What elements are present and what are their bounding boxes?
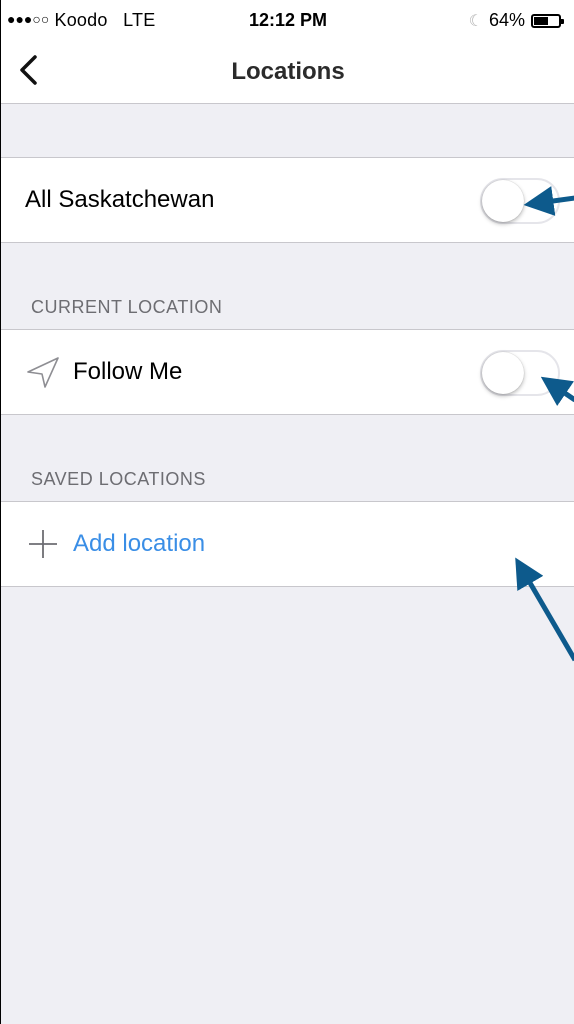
follow-me-toggle[interactable] — [480, 350, 560, 396]
all-region-label: All Saskatchewan — [25, 186, 215, 213]
follow-me-label: Follow Me — [73, 358, 183, 385]
current-location-header: CURRENT LOCATION — [31, 297, 223, 317]
toggle-knob — [482, 352, 524, 394]
toggle-knob — [482, 180, 524, 222]
plus-icon — [29, 530, 57, 558]
do-not-disturb-moon-icon: ☾ — [468, 12, 483, 30]
battery-fill — [534, 16, 548, 25]
follow-me-row: Follow Me — [1, 329, 574, 415]
status-bar: ●●●○○ Koodo LTE 12:12 PM ☾ 64% — [1, 0, 574, 40]
location-arrow-icon — [27, 357, 59, 388]
all-region-toggle[interactable] — [480, 178, 560, 224]
add-location-button[interactable]: Add location — [73, 530, 205, 558]
saved-locations-header: SAVED LOCATIONS — [31, 469, 206, 489]
battery-icon — [531, 13, 564, 28]
all-region-row: All Saskatchewan — [1, 157, 574, 243]
status-right: ☾ 64% — [468, 10, 564, 31]
screen: ●●●○○ Koodo LTE 12:12 PM ☾ 64% Locations… — [0, 0, 574, 1024]
add-location-row[interactable]: Add location — [1, 501, 574, 587]
navigation-bar: Locations — [1, 40, 574, 104]
battery-percent: 64% — [488, 10, 525, 30]
page-title: Locations — [231, 58, 345, 85]
